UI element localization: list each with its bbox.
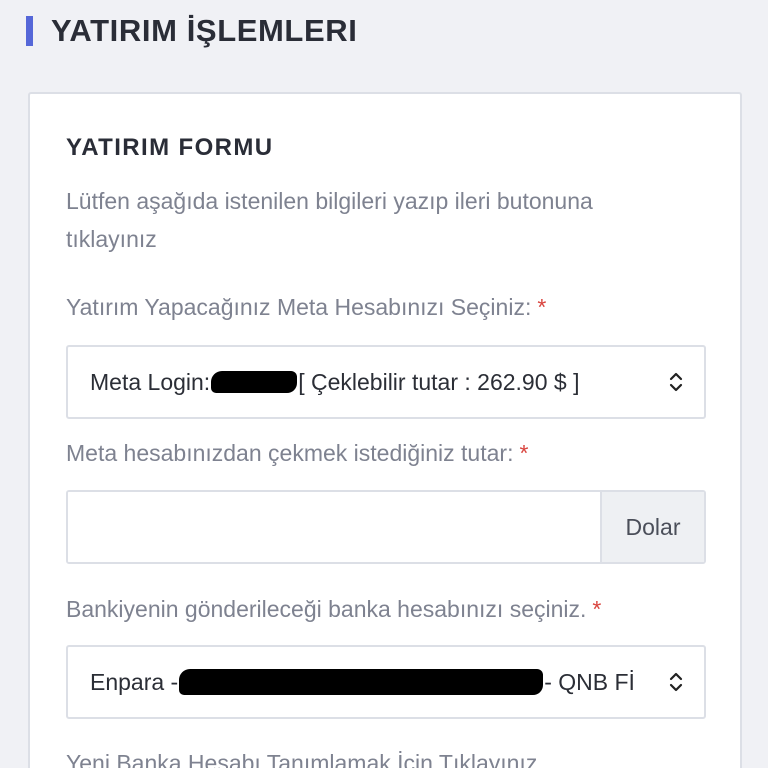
header-accent-bar — [26, 16, 33, 46]
page-header: YATIRIM İŞLEMLERI — [26, 10, 357, 52]
currency-addon: Dolar — [600, 492, 704, 562]
bank-account-selected-value: Enpara - - QNB Fİ — [90, 669, 635, 696]
page-title: YATIRIM İŞLEMLERI — [51, 13, 358, 48]
chevron-up-down-icon — [669, 372, 683, 392]
withdraw-amount-input[interactable] — [68, 492, 600, 562]
required-star: * — [519, 440, 529, 466]
withdrawable-amount: [ Çeklebilir tutar : 262.90 $ ] — [298, 368, 580, 395]
bank-name-prefix: Enpara - — [90, 668, 179, 695]
bank-branch-suffix: - QNB Fİ — [544, 668, 635, 695]
redacted-login-mark — [211, 371, 298, 393]
amount-label-text: Meta hesabınızdan çekmek istediğiniz tut… — [66, 440, 514, 466]
required-star: * — [537, 294, 547, 320]
investment-form-card: YATIRIM FORMU Lütfen aşağıda istenilen b… — [28, 92, 742, 768]
chevron-up-down-icon — [669, 672, 683, 692]
bank-account-select[interactable]: Enpara - - QNB Fİ — [66, 645, 706, 719]
redacted-iban-mark — [179, 669, 544, 695]
meta-account-selected-value: Meta Login: [ Çeklebilir tutar : 262.90 … — [90, 369, 579, 396]
new-bank-account-link[interactable]: Yeni Banka Hesabı Tanımlamak İçin Tıklay… — [66, 750, 537, 768]
amount-input-group: Dolar — [66, 490, 706, 564]
bank-account-label-text: Bankiyenin gönderileceği banka hesabınız… — [66, 596, 587, 622]
page: YATIRIM İŞLEMLERI YATIRIM FORMU Lütfen a… — [0, 0, 768, 768]
form-description: Lütfen aşağıda istenilen bilgileri yazıp… — [66, 188, 593, 252]
required-star: * — [592, 596, 602, 622]
bank-account-label: Bankiyenin gönderileceği banka hesabınız… — [66, 596, 601, 623]
meta-account-label: Yatırım Yapacağınız Meta Hesabınızı Seçi… — [66, 294, 546, 321]
meta-account-select[interactable]: Meta Login: [ Çeklebilir tutar : 262.90 … — [66, 345, 706, 419]
meta-account-label-text: Yatırım Yapacağınız Meta Hesabınızı Seçi… — [66, 294, 532, 320]
form-title: YATIRIM FORMU — [66, 134, 274, 161]
amount-label: Meta hesabınızdan çekmek istediğiniz tut… — [66, 440, 528, 467]
meta-login-prefix: Meta Login: — [90, 368, 211, 395]
